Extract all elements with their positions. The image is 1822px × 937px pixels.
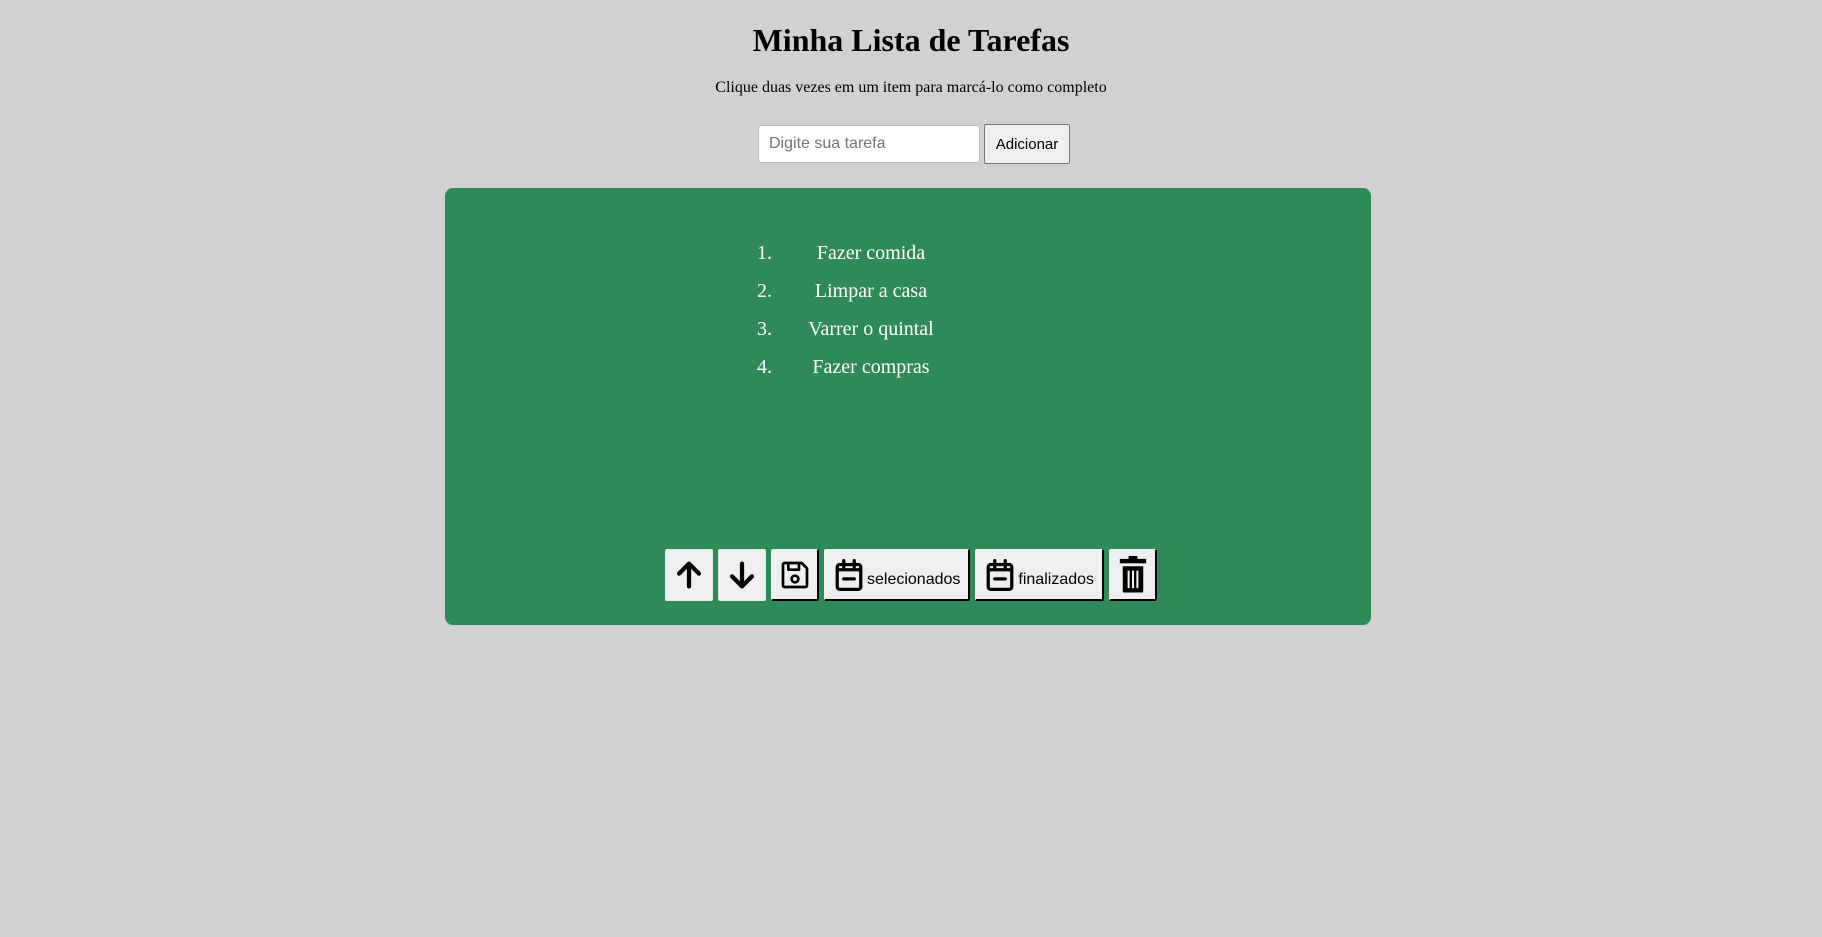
clear-all-button[interactable] (1109, 549, 1158, 601)
arrow-down-icon (725, 558, 759, 592)
task-text: Limpar a casa (814, 280, 928, 302)
page-title: Minha Lista de Tarefas (752, 22, 1070, 58)
task-input[interactable] (758, 125, 980, 163)
remove-finished-button[interactable]: finalizados (975, 549, 1105, 601)
add-task-button[interactable]: Adicionar (984, 124, 1070, 164)
trash-icon (1118, 555, 1148, 594)
task-number: 1. (757, 242, 772, 264)
task-text: Fazer compras (812, 356, 930, 378)
calendar-minus-icon (833, 558, 865, 592)
task-text: Fazer comida (816, 242, 926, 264)
page-subtitle: Clique duas vezes em um item para marcá-… (715, 79, 1107, 96)
task-list: 1. Fazer comida 2. Limpar a casa 3. Varr… (445, 234, 1371, 386)
remove-selected-label: selecionados (867, 570, 961, 588)
remove-finished-label: finalizados (1018, 570, 1095, 588)
save-button[interactable] (771, 549, 819, 601)
calendar-minus-icon (984, 558, 1016, 592)
task-text: Varrer o quintal (808, 318, 934, 340)
task-item[interactable]: 2. Limpar a casa (445, 272, 1371, 310)
add-task-form: Adicionar (0, 124, 1822, 164)
task-number: 4. (757, 356, 772, 378)
move-down-button[interactable] (718, 549, 766, 601)
move-up-button[interactable] (665, 549, 713, 601)
task-item[interactable]: 1. Fazer comida (445, 234, 1371, 272)
task-panel: 1. Fazer comida 2. Limpar a casa 3. Varr… (445, 188, 1371, 625)
remove-selected-button[interactable]: selecionados (824, 549, 971, 601)
task-item[interactable]: 3. Varrer o quintal (445, 310, 1371, 348)
task-number: 3. (757, 318, 772, 340)
arrow-up-icon (672, 558, 706, 592)
task-toolbar: selecionados finalizados (665, 549, 1158, 601)
task-number: 2. (757, 280, 772, 302)
floppy-disk-icon (779, 559, 811, 591)
task-item[interactable]: 4. Fazer compras (445, 348, 1371, 386)
